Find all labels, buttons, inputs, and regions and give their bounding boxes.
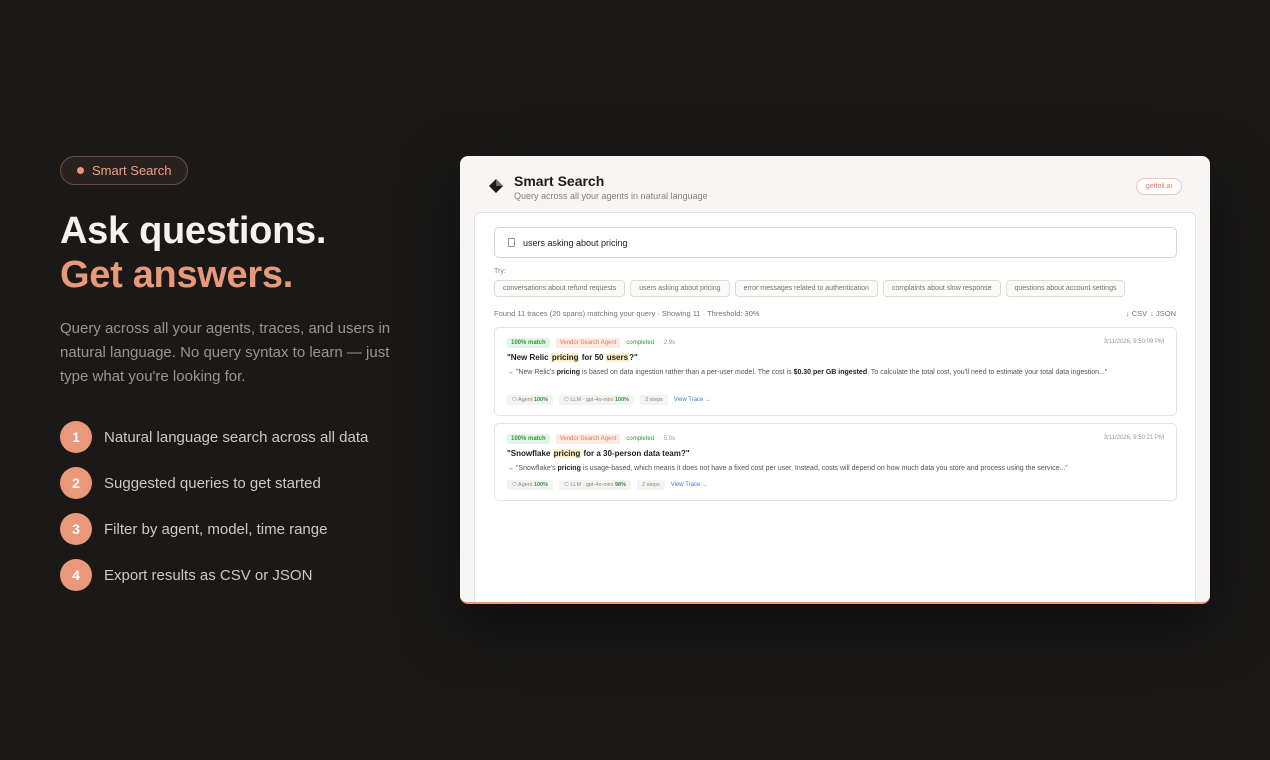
result-timestamp: 3/11/2026, 9:50:09 PM <box>1103 339 1164 345</box>
llm-score-chip: ⎔ LLM · gpt-4o-mini 98% <box>559 480 631 490</box>
app-window: Smart Search Query across all your agent… <box>460 156 1210 604</box>
feature-item: 4 Export results as CSV or JSON <box>60 559 420 591</box>
feature-item: 1 Natural language search across all data <box>60 421 420 453</box>
result-meta: ⎔ Agent 100% ⎔ LLM · gpt-4o-mini 100% 2 … <box>507 395 711 405</box>
result-title: "New Relic pricing for 50 users?" <box>507 353 638 362</box>
feature-number: 4 <box>60 559 92 591</box>
feature-number: 2 <box>60 467 92 499</box>
suggestion-chip[interactable]: complaints about slow response <box>882 280 1001 297</box>
export-csv-button[interactable]: ↓ CSV <box>1126 309 1147 318</box>
match-badge: 100% match <box>507 434 550 444</box>
search-input[interactable]: users asking about pricing <box>494 227 1177 258</box>
result-title: "Snowflake pricing for a 30-person data … <box>507 449 690 458</box>
title-text: for a 30-person data team?" <box>581 449 690 458</box>
hero-title-line2: Get answers. <box>60 254 293 296</box>
feature-text: Natural language search across all data <box>104 428 369 446</box>
snippet-text: is based on data ingestion rather than a… <box>580 369 794 376</box>
snippet-text: . To calculate the total cost, you'll ne… <box>867 369 1108 376</box>
result-tags: 100% match Vendor Search Agent completed… <box>507 434 675 444</box>
title-text: "Snowflake <box>507 449 553 458</box>
pill-dot-icon <box>77 167 84 174</box>
title-text: ?" <box>629 353 638 362</box>
app-subtitle: Query across all your agents in natural … <box>514 191 708 201</box>
feature-text: Filter by agent, model, time range <box>104 520 328 538</box>
result-card[interactable]: 100% match Vendor Search Agent completed… <box>494 423 1177 501</box>
highlight-term: pricing <box>552 449 582 458</box>
feature-item: 2 Suggested queries to get started <box>60 467 420 499</box>
results-summary: Found 11 traces (20 spans) matching your… <box>494 309 760 318</box>
result-snippet: → "Snowflake's pricing is usage-based, w… <box>507 463 1147 475</box>
steps-chip: 2 steps <box>637 480 665 490</box>
view-trace-link[interactable]: View Trace → <box>671 482 708 488</box>
hero-title: Ask questions. Get answers. <box>60 209 420 297</box>
suggestion-chip[interactable]: conversations about refund requests <box>494 280 626 297</box>
result-tags: 100% match Vendor Search Agent completed… <box>507 338 675 348</box>
snippet-text: → "New Relic's <box>507 369 557 376</box>
match-badge: 100% match <box>507 338 550 348</box>
agent-score-chip: ⎔ Agent 100% <box>507 480 554 490</box>
result-card[interactable]: 100% match Vendor Search Agent completed… <box>494 327 1177 416</box>
feature-text: Suggested queries to get started <box>104 474 321 492</box>
duration-text: · 2.9s <box>660 340 676 346</box>
try-label: Try: <box>494 268 506 275</box>
app-title: Smart Search <box>514 173 605 189</box>
feature-number: 1 <box>60 421 92 453</box>
feature-pill: Smart Search <box>60 156 189 185</box>
llm-score-chip: ⎔ LLM · gpt-4o-mini 100% <box>559 395 635 405</box>
status-text: completed <box>626 436 655 442</box>
pill-label: Smart Search <box>92 163 172 178</box>
app-header: Smart Search Query across all your agent… <box>460 156 1210 212</box>
title-text: for 50 <box>579 353 606 362</box>
llm-score-value: 100% <box>614 397 630 403</box>
agent-score-label: ⎔ Agent <box>512 482 534 488</box>
agent-score-value: 100% <box>533 397 549 403</box>
duration-text: · 5.0s <box>660 436 676 442</box>
search-panel: users asking about pricing Try: conversa… <box>474 212 1196 602</box>
diamond-logo-icon <box>489 179 503 193</box>
search-input-value: users asking about pricing <box>523 237 628 248</box>
hero-description: Query across all your agents, traces, an… <box>60 320 391 385</box>
feature-list: 1 Natural language search across all data… <box>60 421 420 591</box>
agent-score-label: ⎔ Agent <box>512 397 534 403</box>
suggestion-chip[interactable]: users asking about pricing <box>630 280 730 297</box>
hero-section: Smart Search Ask questions. Get answers.… <box>60 156 420 605</box>
llm-score-label: ⎔ LLM · gpt-4o-mini <box>564 397 615 403</box>
suggested-queries: conversations about refund requests user… <box>494 280 1126 297</box>
snippet-text: is usage-based, which means it does not … <box>580 465 1068 472</box>
agent-badge: Vendor Search Agent <box>555 338 621 348</box>
snippet-text: → "Snowflake's <box>507 465 558 472</box>
agent-badge: Vendor Search Agent <box>555 434 621 444</box>
suggestion-chip[interactable]: error messages related to authentication <box>734 280 878 297</box>
search-icon <box>508 238 515 247</box>
llm-score-value: 98% <box>614 482 626 488</box>
snippet-bold: pricing <box>556 369 581 376</box>
hero-title-line1: Ask questions. <box>60 210 327 252</box>
result-snippet: → "New Relic's pricing is based on data … <box>507 367 1147 379</box>
snippet-bold: pricing <box>557 465 581 472</box>
llm-score-label: ⎔ LLM · gpt-4o-mini <box>564 482 615 488</box>
export-links: ↓ CSV ↓ JSON <box>1126 309 1176 318</box>
agent-score-chip: ⎔ Agent 100% <box>507 395 554 405</box>
title-text: "New Relic <box>507 353 551 362</box>
feature-number: 3 <box>60 513 92 545</box>
view-trace-link[interactable]: View Trace → <box>674 397 711 403</box>
result-meta: ⎔ Agent 100% ⎔ LLM · gpt-4o-mini 98% 2 s… <box>507 480 708 490</box>
domain-badge[interactable]: getfoil.ai <box>1135 178 1182 195</box>
highlight-term: pricing <box>550 353 580 362</box>
feature-text: Export results as CSV or JSON <box>104 566 313 584</box>
export-json-button[interactable]: ↓ JSON <box>1150 309 1176 318</box>
steps-chip: 2 steps <box>640 395 668 405</box>
status-text: completed <box>626 340 655 346</box>
snippet-bold: $0.30 per GB ingested <box>793 369 868 376</box>
agent-score-value: 100% <box>533 482 549 488</box>
result-timestamp: 3/11/2026, 9:50:21 PM <box>1103 435 1164 441</box>
suggestion-chip[interactable]: questions about account settings <box>1005 280 1126 297</box>
feature-item: 3 Filter by agent, model, time range <box>60 513 420 545</box>
highlight-term: users <box>605 353 630 362</box>
